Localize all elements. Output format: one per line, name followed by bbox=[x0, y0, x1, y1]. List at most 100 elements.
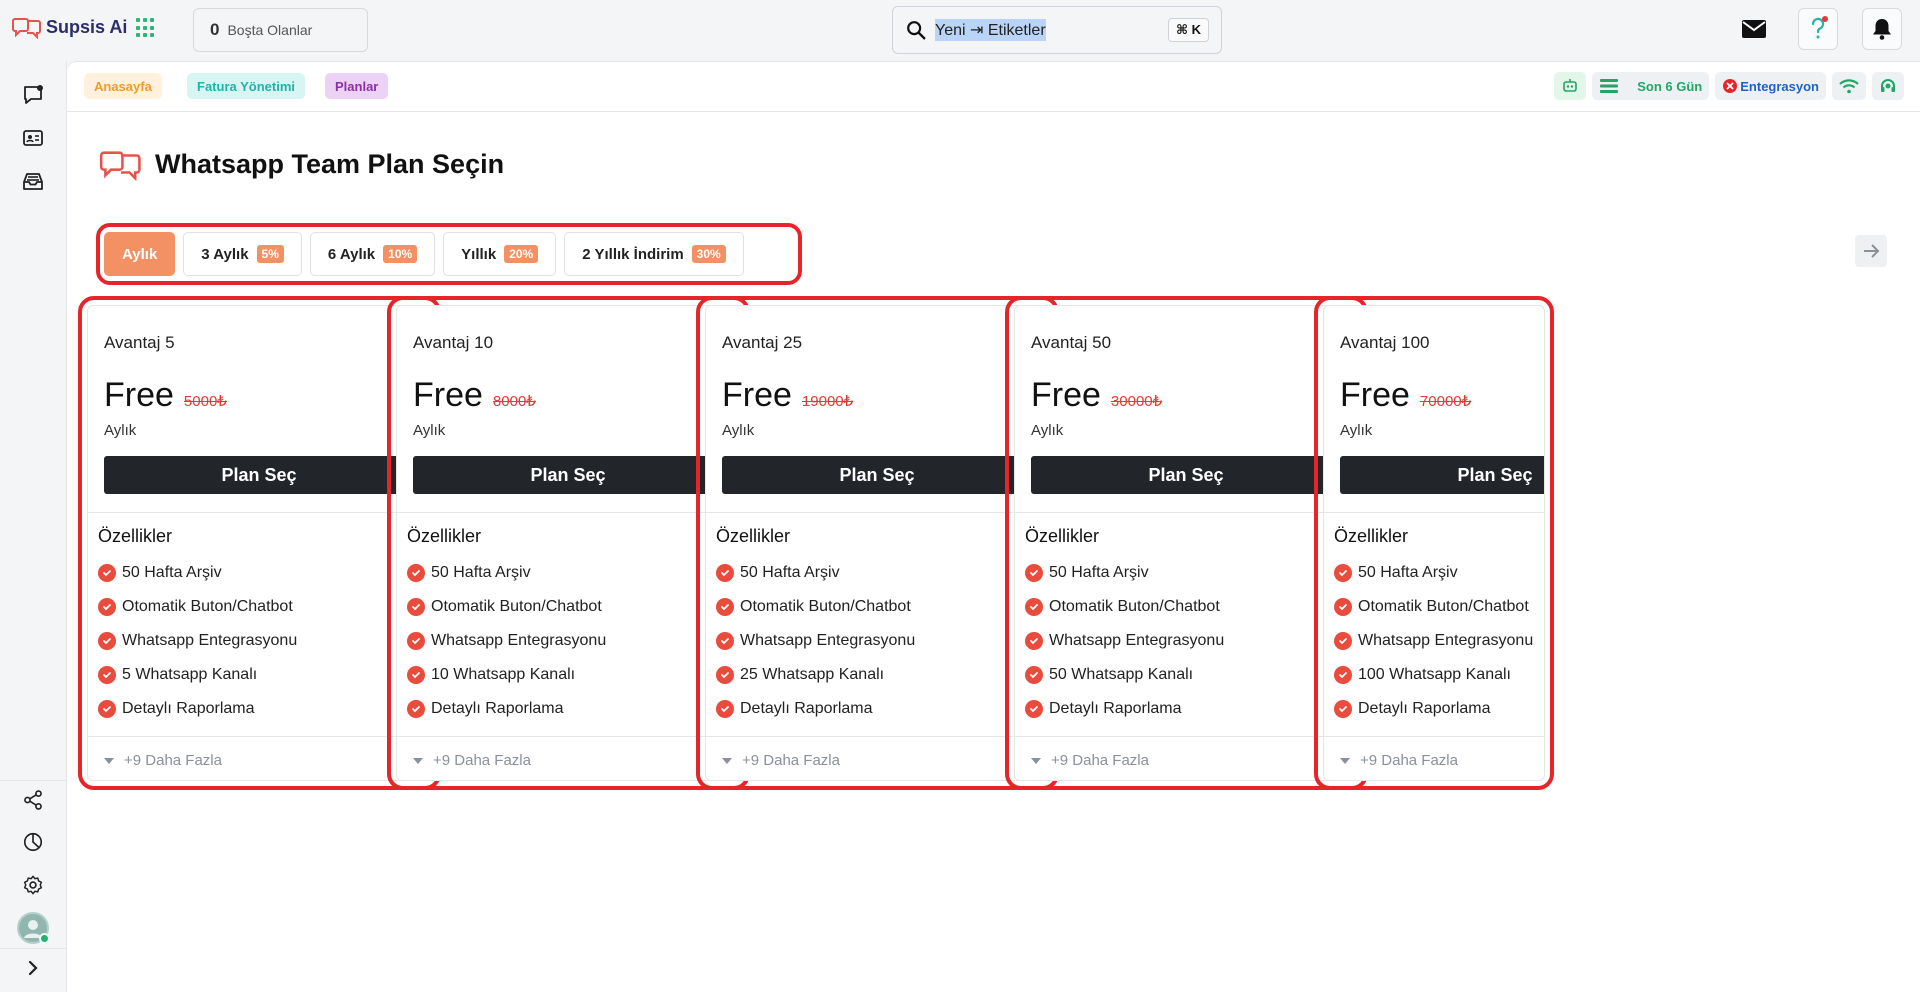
more-label: +9 Daha Fazla bbox=[124, 752, 222, 769]
feature-label: Otomatik Buton/Chatbot bbox=[122, 598, 293, 615]
tab-2-years[interactable]: 2 Yıllık İndirim 30% bbox=[564, 232, 744, 276]
show-more-features[interactable]: +9 Daha Fazla bbox=[413, 752, 531, 769]
search-box[interactable]: Yeni ⇥ Etiketler ⌘ K bbox=[892, 6, 1222, 54]
select-plan-button[interactable]: Plan Seç bbox=[722, 456, 1032, 494]
feature-label: 50 Hafta Arşiv bbox=[1358, 564, 1458, 581]
page-header: Whatsapp Team Plan Seçin bbox=[99, 147, 504, 181]
feature-item: Whatsapp Entegrasyonu bbox=[716, 624, 915, 658]
check-circle-icon bbox=[407, 632, 425, 650]
plan-price: Free bbox=[1031, 376, 1101, 414]
bot-status[interactable] bbox=[1554, 72, 1587, 100]
sidebar-item-settings[interactable] bbox=[19, 871, 47, 899]
app-name: Supsis Ai bbox=[46, 16, 128, 37]
search-shortcut: ⌘ K bbox=[1167, 18, 1209, 42]
divider bbox=[397, 736, 740, 737]
sidebar-item-chats[interactable] bbox=[19, 81, 47, 109]
contact-card-icon bbox=[23, 130, 43, 146]
sidebar-divider bbox=[0, 780, 67, 781]
breadcrumb-billing[interactable]: Fatura Yönetimi bbox=[187, 73, 306, 99]
select-plan-button[interactable]: Plan Seç bbox=[104, 456, 414, 494]
app-logo[interactable]: Supsis Ai bbox=[12, 15, 127, 39]
notifications-button[interactable] bbox=[1862, 8, 1902, 50]
feature-item: 50 Hafta Arşiv bbox=[1025, 556, 1224, 590]
check-circle-icon bbox=[716, 598, 734, 616]
feature-label: 10 Whatsapp Kanalı bbox=[431, 666, 576, 683]
feature-label: 50 Hafta Arşiv bbox=[431, 564, 531, 581]
show-more-features[interactable]: +9 Daha Fazla bbox=[1031, 752, 1149, 769]
feature-label: Whatsapp Entegrasyonu bbox=[1049, 632, 1225, 649]
check-circle-icon bbox=[716, 666, 734, 684]
top-bar: Supsis Ai 0 Boşta Olanlar Yeni ⇥ Etiketl… bbox=[0, 0, 1920, 61]
tab-monthly[interactable]: Aylık bbox=[104, 232, 176, 276]
feature-item: Otomatik Buton/Chatbot bbox=[716, 590, 915, 624]
feature-item: Whatsapp Entegrasyonu bbox=[98, 624, 297, 658]
connection-status[interactable] bbox=[1832, 72, 1866, 100]
discount-badge: 10% bbox=[383, 245, 418, 263]
scroll-right-button[interactable] bbox=[1855, 235, 1887, 267]
share-icon bbox=[24, 790, 42, 810]
select-plan-button[interactable]: Plan Seç bbox=[413, 456, 723, 494]
tab-3-months[interactable]: 3 Aylık 5% bbox=[183, 232, 302, 276]
caret-down-icon bbox=[413, 757, 423, 764]
discount-badge: 30% bbox=[691, 245, 726, 263]
select-plan-button[interactable]: Plan Seç bbox=[1340, 456, 1544, 494]
show-more-features[interactable]: +9 Daha Fazla bbox=[1340, 752, 1458, 769]
feature-item: 100 Whatsapp Kanalı bbox=[1334, 658, 1533, 692]
wifi-icon bbox=[1839, 79, 1859, 94]
divider bbox=[88, 736, 431, 737]
tab-label: 2 Yıllık İndirim bbox=[582, 245, 684, 263]
check-circle-icon bbox=[407, 666, 425, 684]
idle-agents-box[interactable]: 0 Boşta Olanlar bbox=[193, 8, 368, 52]
apps-grid-icon[interactable] bbox=[136, 18, 156, 38]
sidebar bbox=[0, 61, 67, 992]
plan-price: Free bbox=[104, 376, 174, 414]
tab-6-months[interactable]: 6 Aylık 10% bbox=[309, 232, 436, 276]
check-circle-icon bbox=[1334, 632, 1352, 650]
integration-status[interactable]: Entegrasyon bbox=[1715, 72, 1826, 100]
feature-label: Detaylı Raporlama bbox=[431, 700, 564, 717]
feature-item: 50 Hafta Arşiv bbox=[407, 556, 606, 590]
more-label: +9 Daha Fazla bbox=[742, 752, 840, 769]
more-label: +9 Daha Fazla bbox=[1360, 752, 1458, 769]
robot-icon bbox=[1563, 79, 1578, 92]
feature-label: Otomatik Buton/Chatbot bbox=[431, 598, 602, 615]
help-button[interactable] bbox=[1798, 8, 1838, 50]
search-input[interactable]: Yeni ⇥ Etiketler bbox=[935, 19, 1046, 41]
feature-label: 100 Whatsapp Kanalı bbox=[1358, 666, 1511, 683]
check-circle-icon bbox=[1025, 700, 1043, 718]
sidebar-item-contacts[interactable] bbox=[19, 124, 47, 152]
show-more-features[interactable]: +9 Daha Fazla bbox=[104, 752, 222, 769]
check-circle-icon bbox=[1334, 666, 1352, 684]
check-circle-icon bbox=[1025, 598, 1043, 616]
check-circle-icon bbox=[98, 598, 116, 616]
more-label: +9 Daha Fazla bbox=[433, 752, 531, 769]
avatar[interactable] bbox=[17, 912, 50, 944]
pie-chart-icon bbox=[23, 832, 43, 852]
check-circle-icon bbox=[716, 700, 734, 718]
agent-status[interactable] bbox=[1872, 72, 1904, 100]
error-circle-icon bbox=[1723, 79, 1738, 93]
check-circle-icon bbox=[407, 564, 425, 582]
plan-old-price: 19000₺ bbox=[801, 393, 854, 410]
feature-label: Otomatik Buton/Chatbot bbox=[1358, 598, 1529, 615]
sidebar-item-reports[interactable] bbox=[19, 828, 47, 856]
feature-label: 50 Hafta Arşiv bbox=[122, 564, 222, 581]
feature-item: Whatsapp Entegrasyonu bbox=[1025, 624, 1224, 658]
show-more-features[interactable]: +9 Daha Fazla bbox=[722, 752, 840, 769]
breadcrumb-home[interactable]: Anasayfa bbox=[84, 73, 162, 99]
sidebar-item-share[interactable] bbox=[19, 786, 47, 814]
arrow-right-icon bbox=[1864, 244, 1880, 258]
tab-yearly[interactable]: Yıllık 20% bbox=[443, 232, 557, 276]
breadcrumb-plans[interactable]: Planlar bbox=[325, 73, 389, 99]
date-range-filter[interactable]: Son 6 Gün bbox=[1592, 72, 1710, 100]
select-plan-button[interactable]: Plan Seç bbox=[1031, 456, 1341, 494]
divider bbox=[706, 736, 1049, 737]
sidebar-expand-button[interactable] bbox=[19, 954, 47, 982]
feature-item: Otomatik Buton/Chatbot bbox=[407, 590, 606, 624]
mail-button[interactable] bbox=[1734, 8, 1774, 50]
caret-down-icon bbox=[722, 757, 732, 764]
feature-label: 25 Whatsapp Kanalı bbox=[740, 666, 885, 683]
feature-list: 50 Hafta Arşiv Otomatik Buton/Chatbot What… bbox=[1025, 556, 1224, 726]
check-circle-icon bbox=[1025, 632, 1043, 650]
sidebar-item-inbox[interactable] bbox=[19, 167, 47, 195]
